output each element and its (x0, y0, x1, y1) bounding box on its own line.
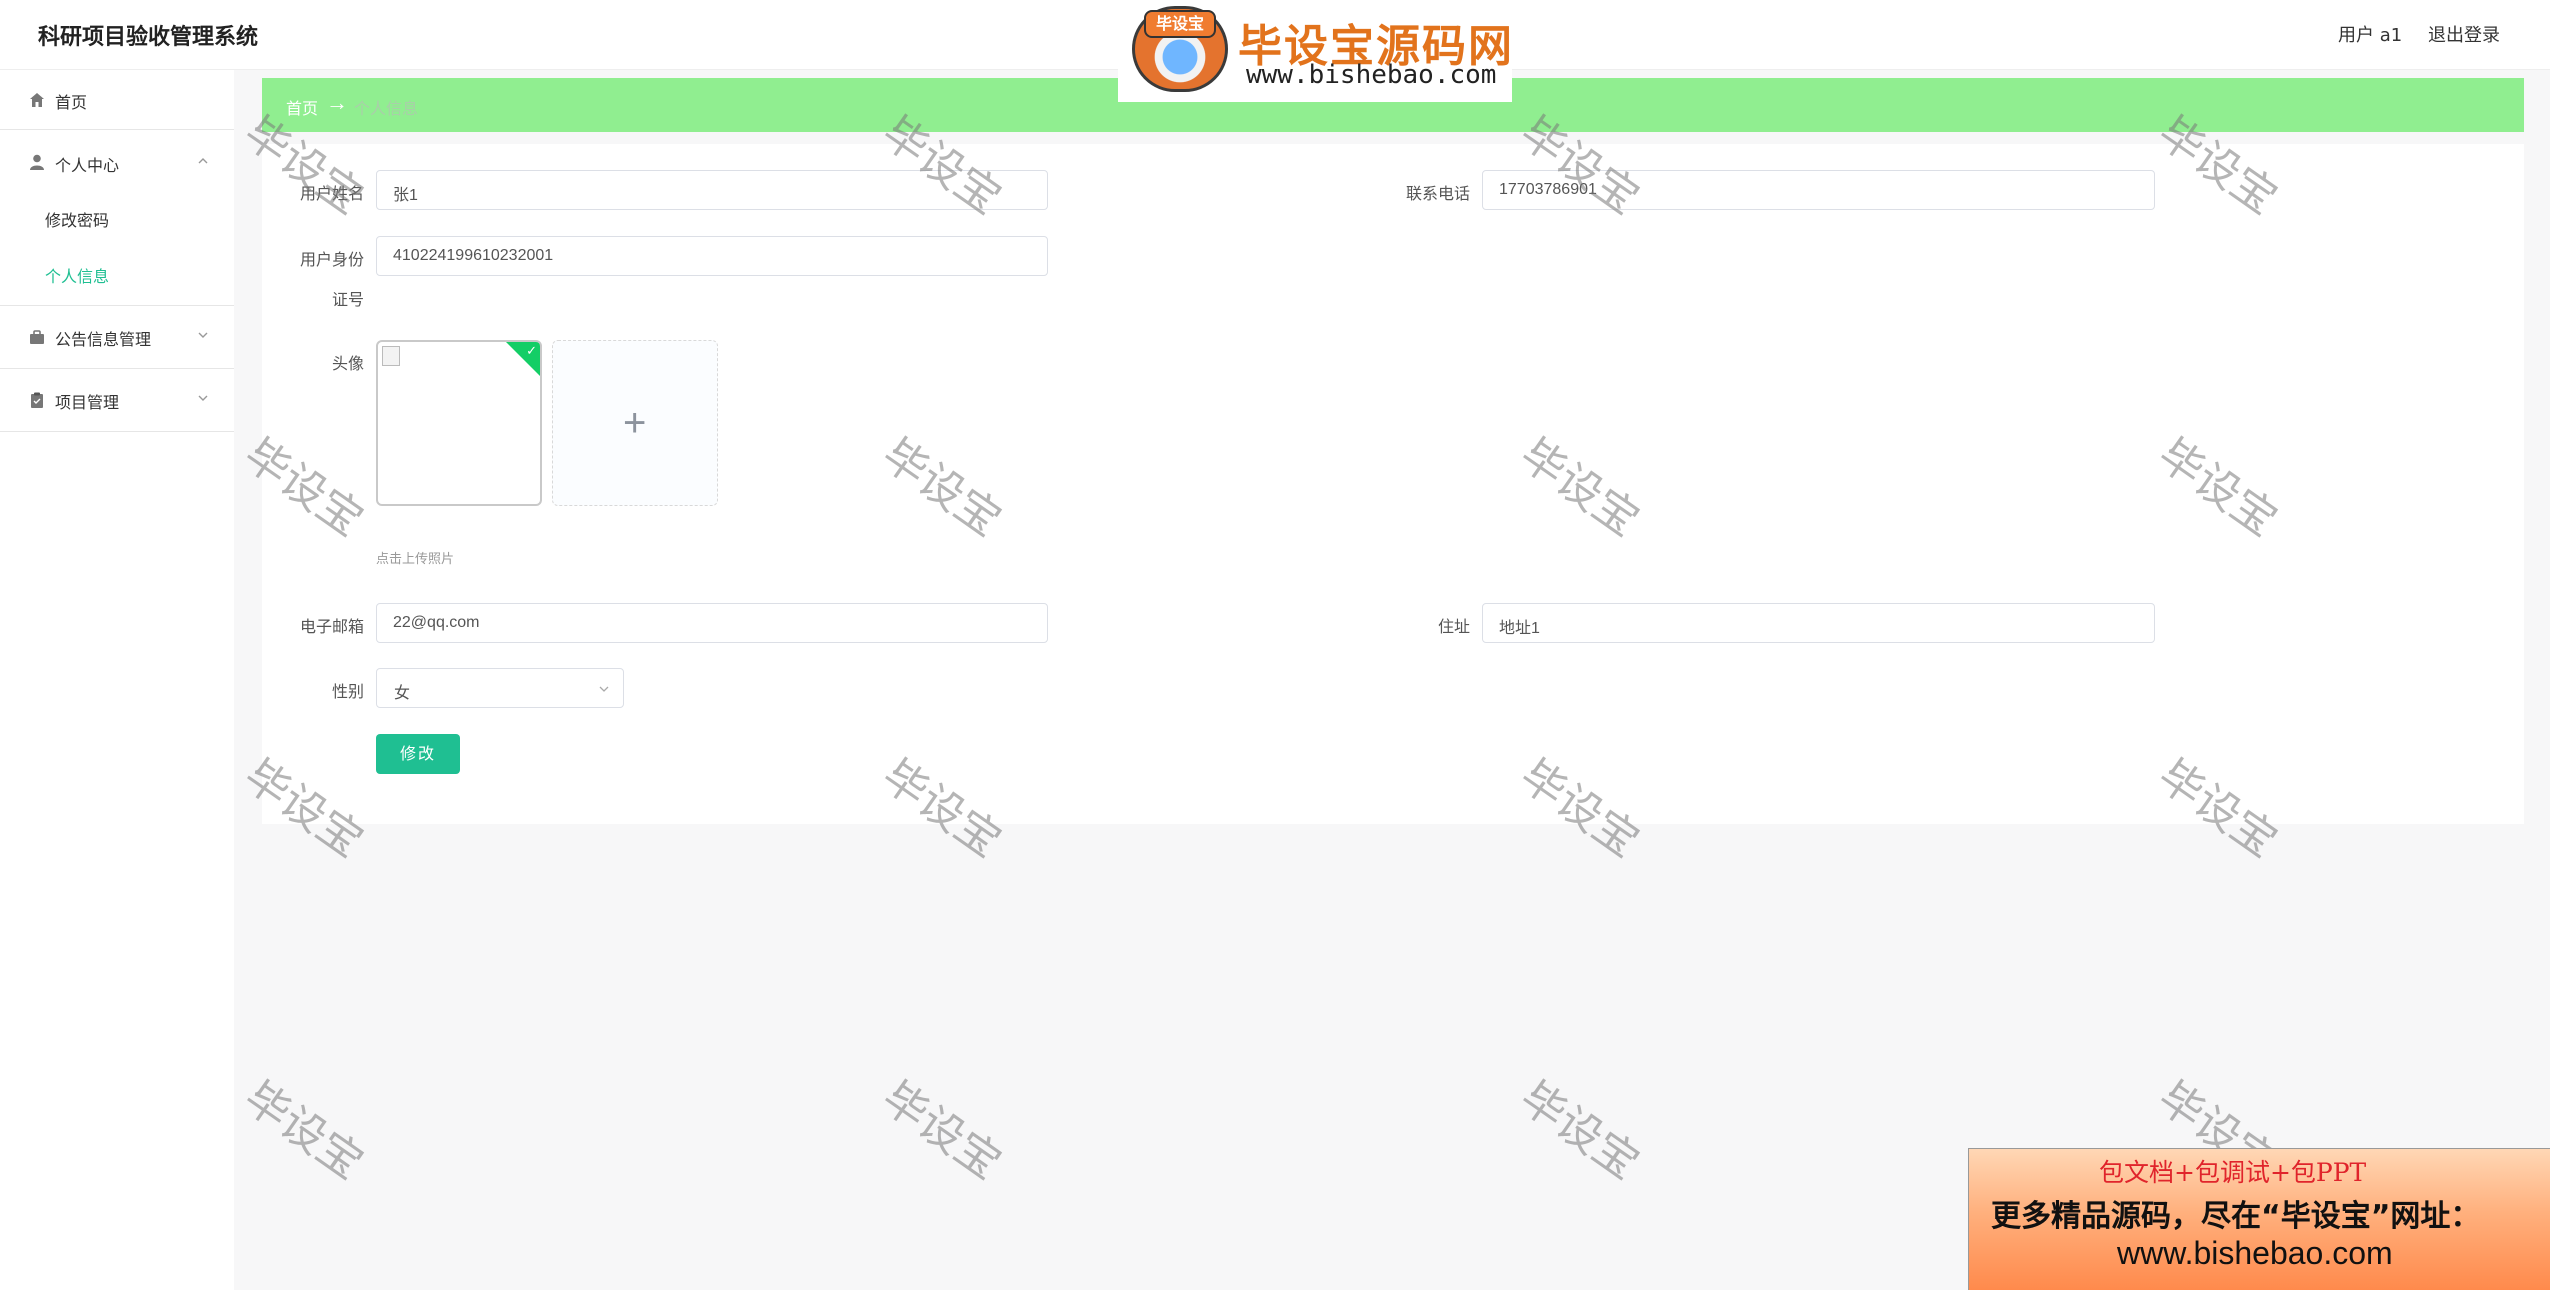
logout-link[interactable]: 退出登录 (2428, 21, 2500, 47)
clipboard-icon (31, 392, 43, 408)
user-icon (30, 154, 44, 170)
brand-url: www.bishebao.com (1246, 60, 1497, 90)
address-label: 住址 (1437, 617, 1470, 636)
promo-banner[interactable]: 包文档+包调试+包PPT 更多精品源码，尽在“毕设宝”网址： www.bishe… (1968, 1148, 2550, 1290)
avatar-image[interactable]: ✓ (376, 340, 542, 506)
chevron-down-icon (198, 395, 208, 401)
promo-line-1: 包文档+包调试+包PPT (2099, 1158, 2367, 1187)
idcard-field[interactable]: 410224199610232001 (376, 236, 1048, 276)
app-title: 科研项目验收管理系统 (38, 25, 259, 50)
sidebar-item-label: 公告信息管理 (55, 330, 152, 349)
promo-line-2: 更多精品源码，尽在“毕设宝”网址： (1991, 1199, 2481, 1234)
sidebar-item-announcements[interactable]: 公告信息管理 (0, 306, 234, 369)
idcard-label-line2: 证号 (331, 290, 364, 309)
upload-hint: 点击上传照片 (376, 552, 455, 567)
name-label: 用户姓名 (299, 184, 364, 203)
breadcrumb-arrow-icon: → (326, 90, 348, 115)
watermark: 毕设宝 (872, 1071, 1011, 1190)
chevron-down-icon (599, 686, 609, 692)
chevron-down-icon (198, 332, 208, 338)
idcard-label: 用户身份 (299, 250, 364, 269)
sidebar-item-personal-center[interactable]: 个人中心 (0, 130, 234, 196)
chevron-up-icon (198, 158, 208, 164)
gender-select[interactable]: 女 (376, 668, 624, 708)
sidebar-item-home[interactable]: 首页 (0, 70, 234, 130)
gender-label: 性别 (331, 682, 364, 701)
sidebar-item-change-password[interactable]: 修改密码 (0, 190, 234, 246)
gender-selected-value: 女 (394, 683, 411, 702)
phone-label: 联系电话 (1405, 184, 1470, 203)
brand-badge-text: 毕设宝 (1144, 10, 1216, 38)
sidebar-item-projects[interactable]: 项目管理 (0, 369, 234, 432)
home-icon (30, 93, 44, 107)
phone-field[interactable]: 17703786901 (1482, 170, 2155, 210)
sidebar-item-label: 个人信息 (45, 267, 110, 286)
name-field[interactable]: 张1 (376, 170, 1048, 210)
check-icon: ✓ (526, 343, 537, 358)
sidebar-item-label: 项目管理 (55, 393, 120, 412)
briefcase-icon (30, 330, 44, 344)
user-label: 用户 a1 (2338, 25, 2403, 46)
sidebar-item-personal-info[interactable]: 个人信息 (0, 246, 234, 306)
sidebar-item-label: 修改密码 (45, 211, 110, 230)
sidebar-item-label: 个人中心 (55, 156, 120, 175)
avatar-label: 头像 (331, 354, 364, 373)
address-field[interactable]: 地址1 (1482, 603, 2155, 643)
watermark: 毕设宝 (234, 1071, 373, 1190)
breadcrumb-home[interactable]: 首页 (286, 95, 318, 119)
broken-image-icon (382, 346, 400, 366)
plus-icon: + (623, 401, 647, 445)
sidebar-item-label: 首页 (55, 93, 88, 112)
watermark: 毕设宝 (1510, 1071, 1649, 1190)
sidebar: 首页 个人中心 修改密码 个人信息 公告信息管理 项目管理 (0, 70, 234, 1290)
brand-logo: 毕设宝 毕设宝源码网 www.bishebao.com (1118, 0, 1512, 102)
promo-url: www.bishebao.com (2117, 1235, 2393, 1271)
breadcrumb-current: 个人信息 (354, 99, 419, 118)
modify-button[interactable]: 修改 (376, 734, 460, 774)
email-label: 电子邮箱 (299, 617, 364, 636)
email-field[interactable]: 22@qq.com (376, 603, 1048, 643)
avatar-upload-button[interactable]: + (552, 340, 718, 506)
